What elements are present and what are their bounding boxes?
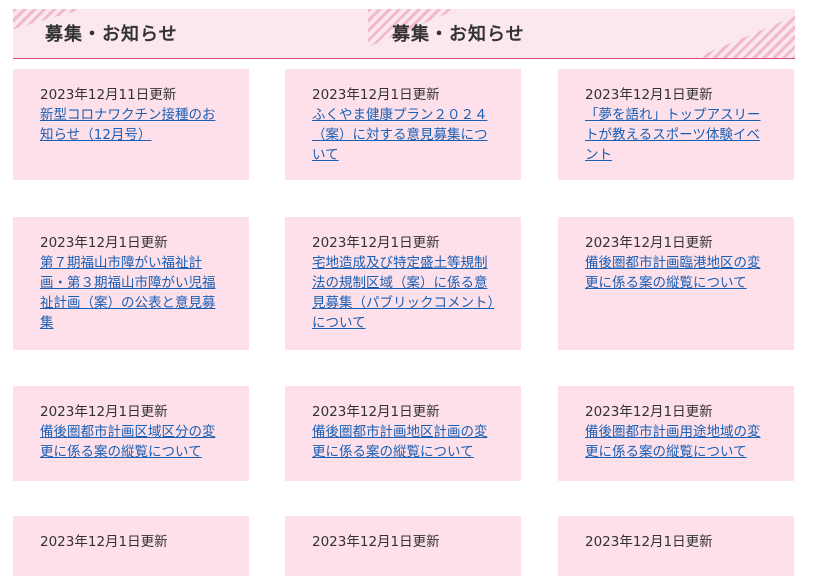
news-link[interactable]: ふくやま健康プラン２０２４（案）に対する意見募集について [312,105,499,165]
news-link[interactable]: 「夢を語れ」トップアスリートが教えるスポーツ体験イベント [585,105,772,165]
update-date: 2023年12月11日更新 [40,87,177,103]
news-card: 2023年12月1日更新 第７期福山市障がい福祉計画・第３期福山市障がい児福祉計… [13,217,249,350]
news-card: 2023年12月1日更新 備後圏都市計画用途地域の変更に係る案の縦覧について [558,386,794,481]
news-link[interactable]: 備後圏都市計画用途地域の変更に係る案の縦覧について [585,422,772,462]
news-card: 2023年12月1日更新 [13,516,249,576]
news-card: 2023年12月1日更新 [558,516,794,576]
news-card: 2023年12月1日更新 [285,516,521,576]
news-link[interactable]: 新型コロナワクチン接種のお知らせ（12月号） [40,105,227,145]
news-link[interactable]: 備後圏都市計画区域区分の変更に係る案の縦覧について [40,422,227,462]
news-link[interactable]: 備後圏都市計画臨港地区の変更に係る案の縦覧について [585,253,772,293]
update-date: 2023年12月1日更新 [40,404,168,420]
update-date: 2023年12月1日更新 [585,235,713,251]
update-date: 2023年12月1日更新 [312,534,440,550]
news-card: 2023年12月1日更新 「夢を語れ」トップアスリートが教えるスポーツ体験イベン… [558,69,794,180]
news-link[interactable]: 備後圏都市計画地区計画の変更に係る案の縦覧について [312,422,499,462]
update-date: 2023年12月1日更新 [312,235,440,251]
update-date: 2023年12月1日更新 [585,404,713,420]
section-title: 募集・お知らせ [392,24,525,45]
section-title: 募集・お知らせ [45,24,178,45]
decorative-stripes [695,16,795,58]
news-link[interactable]: 第７期福山市障がい福祉計画・第３期福山市障がい児福祉計画（案）の公表と意見募集 [40,253,227,333]
news-card: 2023年12月1日更新 備後圏都市計画臨港地区の変更に係る案の縦覧について [558,217,794,350]
update-date: 2023年12月1日更新 [40,235,168,251]
news-card: 2023年12月1日更新 備後圏都市計画区域区分の変更に係る案の縦覧について [13,386,249,481]
update-date: 2023年12月1日更新 [585,87,713,103]
news-link[interactable]: 宅地造成及び特定盛土等規制法の規制区域（案）に係る意見募集（パブリックコメント）… [312,253,499,333]
news-card: 2023年12月1日更新 備後圏都市計画地区計画の変更に係る案の縦覧について [285,386,521,481]
news-card: 2023年12月11日更新 新型コロナワクチン接種のお知らせ（12月号） [13,69,249,180]
update-date: 2023年12月1日更新 [585,534,713,550]
news-card: 2023年12月1日更新 ふくやま健康プラン２０２４（案）に対する意見募集につい… [285,69,521,180]
news-card: 2023年12月1日更新 宅地造成及び特定盛土等規制法の規制区域（案）に係る意見… [285,217,521,350]
update-date: 2023年12月1日更新 [312,87,440,103]
update-date: 2023年12月1日更新 [312,404,440,420]
section-header: 募集・お知らせ 募集・お知らせ [13,9,795,59]
update-date: 2023年12月1日更新 [40,534,168,550]
